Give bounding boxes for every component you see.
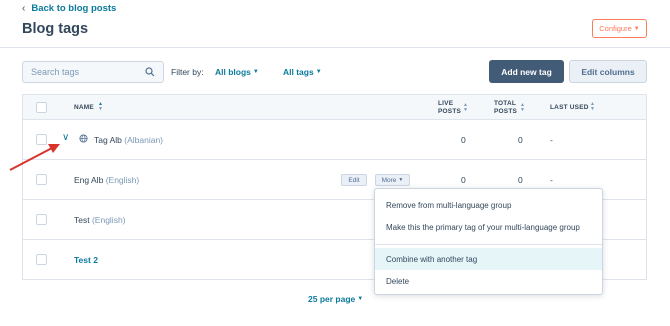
page-title: Blog tags — [22, 21, 89, 37]
column-header-total-posts[interactable]: TOTAL POSTS — [494, 100, 517, 116]
last-used-value: - — [550, 175, 553, 185]
caret-down-icon: ▼ — [315, 69, 322, 75]
column-header-name[interactable]: NAME — [74, 104, 94, 112]
table-header: NAME ▲ ▼ LIVE POSTS ▲ ▼ TOTAL POSTS ▲ ▼ … — [23, 95, 646, 120]
sort-arrow-down-icon: ▼ — [98, 106, 103, 112]
tag-name[interactable]: Tag Alb (Albanian) — [94, 135, 163, 145]
header-divider — [0, 47, 670, 48]
search-tags-field[interactable] — [22, 61, 164, 83]
row-checkbox[interactable] — [36, 254, 47, 265]
chevron-down-icon[interactable]: ∨ — [62, 132, 69, 143]
total-posts-count: 0 — [518, 135, 523, 145]
menu-item-remove-from-group[interactable]: Remove from multi-language group — [375, 194, 602, 216]
menu-item-make-primary[interactable]: Make this the primary tag of your multi-… — [375, 216, 602, 238]
filter-by-label: Filter by: — [171, 67, 204, 77]
configure-label: Configure — [599, 24, 632, 33]
back-to-blog-posts-link[interactable]: ‹ Back to blog posts — [22, 3, 116, 14]
all-tags-label: All tags — [283, 67, 314, 77]
search-icon — [145, 67, 155, 77]
tag-name[interactable]: Test (English) — [74, 215, 126, 225]
column-header-live-posts[interactable]: LIVE POSTS — [438, 100, 461, 116]
more-actions-menu: Remove from multi-language group Make th… — [374, 188, 603, 295]
all-blogs-filter[interactable]: All blogs ▼ — [215, 67, 259, 77]
edit-button[interactable]: Edit — [341, 174, 367, 186]
tag-name[interactable]: Test 2 — [74, 255, 98, 265]
configure-button[interactable]: Configure ▼ — [592, 19, 647, 38]
row-checkbox[interactable] — [36, 214, 47, 225]
menu-divider — [375, 244, 602, 245]
table-row: ∨ Tag Alb (Albanian) 0 0 - — [23, 120, 646, 160]
live-posts-count: 0 — [461, 135, 466, 145]
row-checkbox[interactable] — [36, 134, 47, 145]
globe-icon — [79, 134, 88, 143]
all-tags-filter[interactable]: All tags ▼ — [283, 67, 322, 77]
menu-item-combine[interactable]: Combine with another tag — [375, 248, 602, 270]
caret-down-icon: ▼ — [633, 25, 640, 32]
all-blogs-label: All blogs — [215, 67, 251, 77]
total-posts-count: 0 — [518, 175, 523, 185]
chevron-left-icon: ‹ — [22, 3, 26, 14]
caret-down-icon: ▼ — [398, 177, 404, 183]
select-all-checkbox[interactable] — [36, 102, 47, 113]
caret-down-icon: ▼ — [252, 69, 259, 75]
per-page-label: 25 per page — [308, 294, 356, 304]
sort-arrow-down-icon: ▼ — [463, 107, 468, 113]
back-link-label: Back to blog posts — [31, 3, 117, 14]
more-button[interactable]: More ▼ — [375, 174, 410, 186]
sort-arrow-down-icon: ▼ — [520, 107, 525, 113]
caret-down-icon: ▼ — [357, 296, 364, 302]
add-new-tag-button[interactable]: Add new tag — [489, 60, 564, 83]
column-header-last-used[interactable]: LAST USED — [550, 104, 589, 112]
more-label: More — [381, 176, 397, 184]
last-used-value: - — [550, 135, 553, 145]
search-input[interactable] — [31, 67, 141, 77]
per-page-dropdown[interactable]: 25 per page ▼ — [308, 294, 363, 304]
row-checkbox[interactable] — [36, 174, 47, 185]
live-posts-count: 0 — [461, 175, 466, 185]
tag-name[interactable]: Eng Alb (English) — [74, 175, 139, 185]
menu-item-delete[interactable]: Delete — [375, 270, 602, 292]
sort-arrow-down-icon: ▼ — [590, 106, 595, 112]
edit-columns-button[interactable]: Edit columns — [569, 60, 647, 83]
